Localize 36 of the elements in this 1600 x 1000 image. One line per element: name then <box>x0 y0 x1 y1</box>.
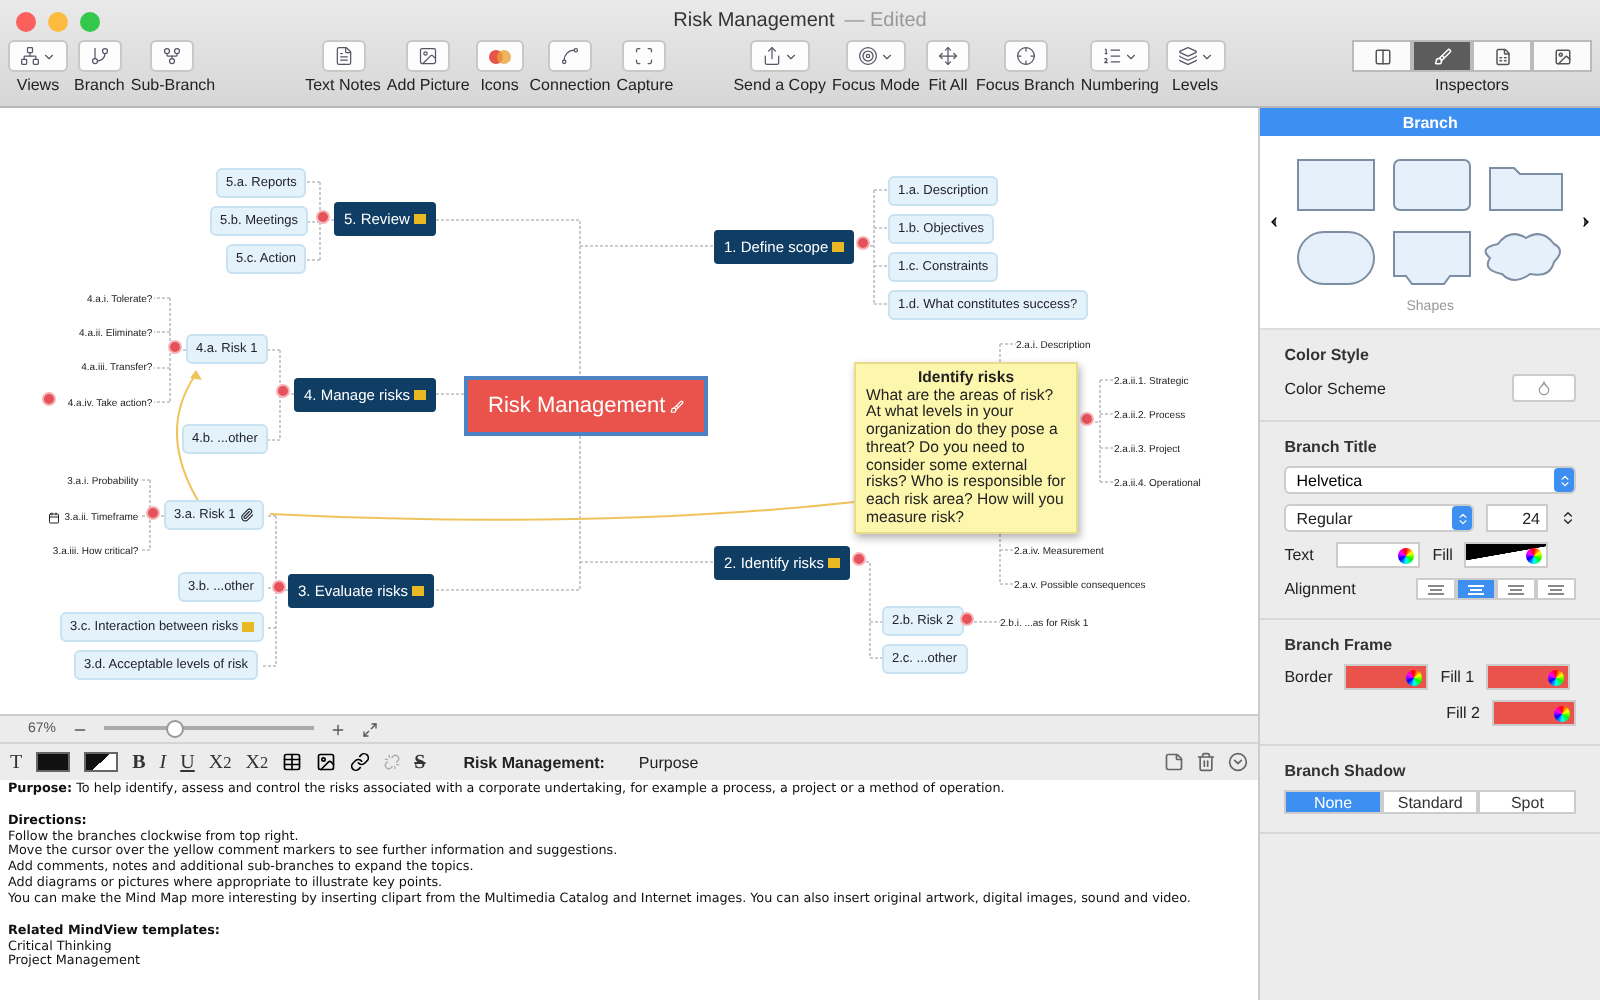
toolbar-button[interactable]: Send a Copy <box>733 40 826 94</box>
section-title: Color Style <box>1284 346 1371 364</box>
size-field[interactable]: 24 <box>1486 504 1548 532</box>
window-title: Risk Management <box>673 9 835 31</box>
section-title: Branch Frame <box>1284 636 1395 654</box>
font-select[interactable]: Helvetica <box>1284 466 1576 494</box>
format-button[interactable]: S <box>414 751 426 773</box>
shadow-option[interactable]: Spot <box>1478 790 1576 814</box>
field-label: Border <box>1284 668 1333 686</box>
field-label: Fill 1 <box>1440 668 1475 686</box>
shadow-option[interactable]: Standard <box>1381 790 1479 814</box>
format-button[interactable]: U <box>180 751 195 773</box>
format-button[interactable]: B <box>132 751 146 773</box>
field-label: Alignment <box>1284 580 1356 598</box>
section-title: Branch Shadow <box>1284 762 1408 780</box>
field-label: Color Scheme <box>1284 379 1386 397</box>
format-button[interactable]: I <box>159 751 167 773</box>
section-name: Purpose <box>638 753 699 771</box>
toolbar-button[interactable]: Focus Branch <box>976 40 1075 94</box>
inspectors-label: Inspectors <box>1435 76 1509 94</box>
toolbar-button[interactable]: Focus Mode <box>831 40 921 94</box>
section-title: Branch Title <box>1284 438 1379 456</box>
field-label: Text <box>1284 546 1316 564</box>
style-select[interactable]: Regular <box>1284 504 1474 532</box>
field-label: Fill 2 <box>1446 704 1480 722</box>
toolbar-button[interactable]: Numbering <box>1080 40 1160 94</box>
toolbar-button[interactable]: Connection <box>529 40 611 94</box>
toolbar-button[interactable]: Add Picture <box>386 40 470 94</box>
format-button[interactable]: T <box>10 751 23 773</box>
toolbar-button[interactable]: Sub-Branch <box>130 40 216 94</box>
toolbar-button[interactable]: Capture <box>616 40 674 94</box>
topic-name: Risk Management: <box>463 753 605 771</box>
panel-header: Branch <box>1260 108 1600 136</box>
field-label: Fill <box>1432 546 1453 564</box>
central-topic[interactable]: Risk Management <box>464 376 708 436</box>
toolbar-button[interactable]: Text Notes <box>305 40 381 94</box>
